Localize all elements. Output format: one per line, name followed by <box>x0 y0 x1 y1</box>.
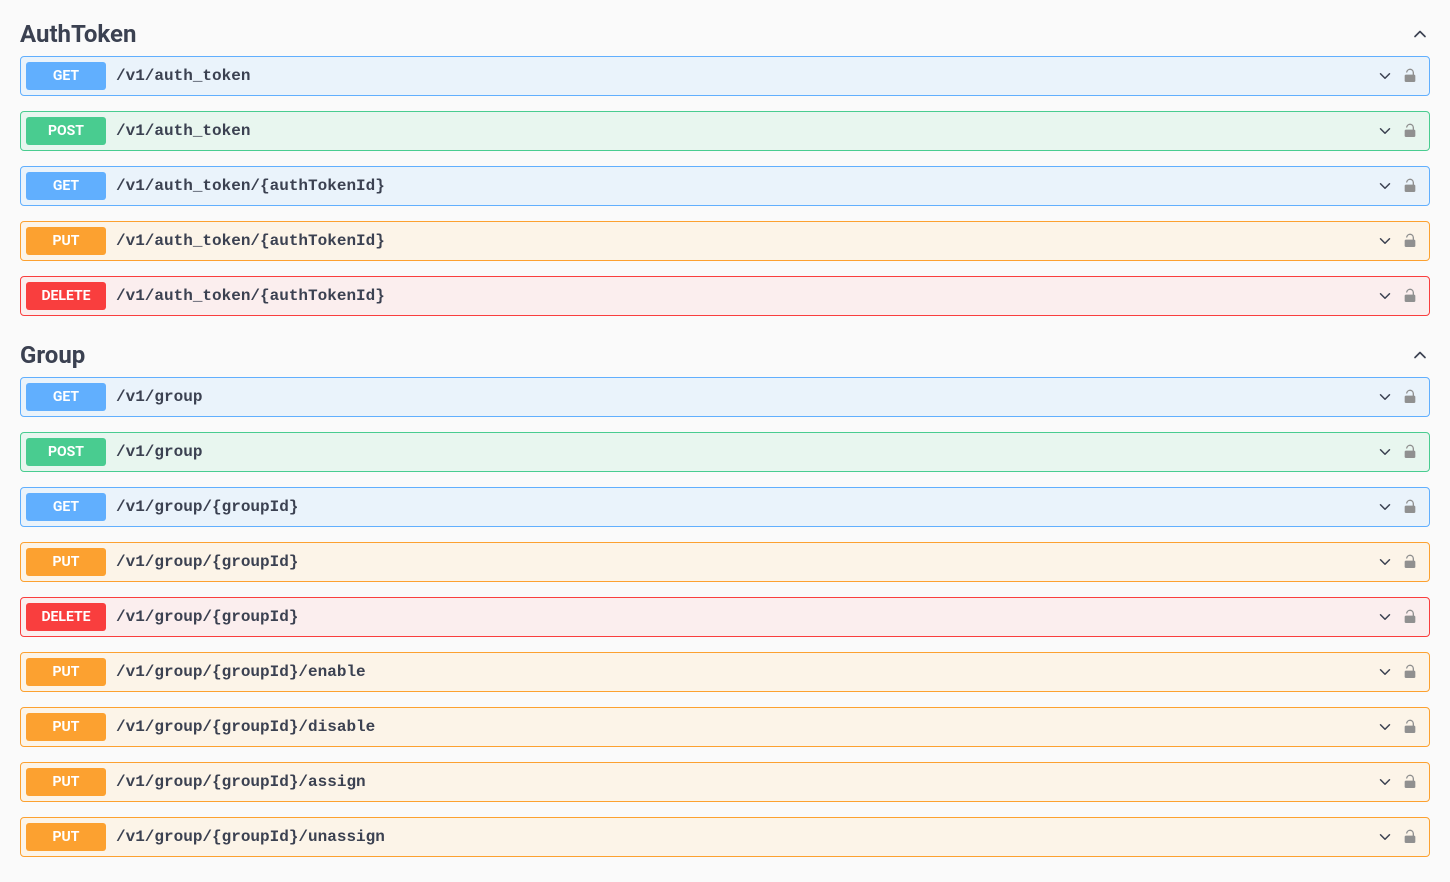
operation-actions <box>1376 287 1424 305</box>
api-operation[interactable]: PUT/v1/group/{groupId}/assign <box>20 762 1430 802</box>
chevron-down-icon[interactable] <box>1376 553 1394 571</box>
method-badge: PUT <box>26 768 106 796</box>
section-header[interactable]: AuthToken <box>20 10 1430 56</box>
api-operation[interactable]: PUT/v1/group/{groupId} <box>20 542 1430 582</box>
api-operation[interactable]: PUT/v1/group/{groupId}/disable <box>20 707 1430 747</box>
operation-path: /v1/group/{groupId} <box>106 608 1376 626</box>
chevron-down-icon[interactable] <box>1376 773 1394 791</box>
api-operation[interactable]: DELETE/v1/group/{groupId} <box>20 597 1430 637</box>
api-operation[interactable]: POST/v1/auth_token <box>20 111 1430 151</box>
operation-actions <box>1376 67 1424 85</box>
lock-open-icon[interactable] <box>1402 443 1418 461</box>
lock-open-icon[interactable] <box>1402 663 1418 681</box>
section-title: Group <box>20 341 85 369</box>
operation-path: /v1/group/{groupId}/unassign <box>106 828 1376 846</box>
operation-path: /v1/auth_token <box>106 67 1376 85</box>
operation-actions <box>1376 718 1424 736</box>
api-operation[interactable]: GET/v1/auth_token <box>20 56 1430 96</box>
lock-open-icon[interactable] <box>1402 177 1418 195</box>
operation-actions <box>1376 122 1424 140</box>
method-badge: PUT <box>26 713 106 741</box>
chevron-up-icon[interactable] <box>1410 345 1430 365</box>
api-operation[interactable]: GET/v1/group/{groupId} <box>20 487 1430 527</box>
method-badge: PUT <box>26 227 106 255</box>
method-badge: GET <box>26 383 106 411</box>
operation-path: /v1/group/{groupId} <box>106 498 1376 516</box>
lock-open-icon[interactable] <box>1402 287 1418 305</box>
api-operation[interactable]: PUT/v1/auth_token/{authTokenId} <box>20 221 1430 261</box>
operation-path: /v1/auth_token/{authTokenId} <box>106 287 1376 305</box>
chevron-down-icon[interactable] <box>1376 663 1394 681</box>
lock-open-icon[interactable] <box>1402 828 1418 846</box>
operation-actions <box>1376 608 1424 626</box>
chevron-down-icon[interactable] <box>1376 122 1394 140</box>
chevron-down-icon[interactable] <box>1376 608 1394 626</box>
api-operation[interactable]: GET/v1/auth_token/{authTokenId} <box>20 166 1430 206</box>
lock-open-icon[interactable] <box>1402 553 1418 571</box>
method-badge: DELETE <box>26 282 106 310</box>
lock-open-icon[interactable] <box>1402 67 1418 85</box>
operation-actions <box>1376 498 1424 516</box>
chevron-down-icon[interactable] <box>1376 828 1394 846</box>
operation-path: /v1/group/{groupId}/assign <box>106 773 1376 791</box>
chevron-down-icon[interactable] <box>1376 177 1394 195</box>
operation-actions <box>1376 177 1424 195</box>
operation-path: /v1/group <box>106 443 1376 461</box>
method-badge: POST <box>26 438 106 466</box>
operation-actions <box>1376 773 1424 791</box>
operation-path: /v1/group/{groupId} <box>106 553 1376 571</box>
lock-open-icon[interactable] <box>1402 608 1418 626</box>
lock-open-icon[interactable] <box>1402 498 1418 516</box>
method-badge: POST <box>26 117 106 145</box>
api-operation[interactable]: POST/v1/group <box>20 432 1430 472</box>
chevron-down-icon[interactable] <box>1376 498 1394 516</box>
lock-open-icon[interactable] <box>1402 718 1418 736</box>
api-operation[interactable]: PUT/v1/group/{groupId}/enable <box>20 652 1430 692</box>
section-title: AuthToken <box>20 20 136 48</box>
operation-actions <box>1376 663 1424 681</box>
chevron-down-icon[interactable] <box>1376 718 1394 736</box>
method-badge: GET <box>26 493 106 521</box>
chevron-up-icon[interactable] <box>1410 24 1430 44</box>
operation-path: /v1/group <box>106 388 1376 406</box>
method-badge: GET <box>26 62 106 90</box>
operation-actions <box>1376 232 1424 250</box>
chevron-down-icon[interactable] <box>1376 388 1394 406</box>
operation-path: /v1/auth_token/{authTokenId} <box>106 177 1376 195</box>
chevron-down-icon[interactable] <box>1376 443 1394 461</box>
api-endpoints: AuthTokenGET/v1/auth_tokenPOST/v1/auth_t… <box>20 10 1430 857</box>
operation-actions <box>1376 553 1424 571</box>
method-badge: GET <box>26 172 106 200</box>
operation-actions <box>1376 388 1424 406</box>
section-header[interactable]: Group <box>20 331 1430 377</box>
lock-open-icon[interactable] <box>1402 232 1418 250</box>
operation-path: /v1/auth_token <box>106 122 1376 140</box>
operation-path: /v1/group/{groupId}/disable <box>106 718 1376 736</box>
operation-path: /v1/auth_token/{authTokenId} <box>106 232 1376 250</box>
method-badge: PUT <box>26 658 106 686</box>
method-badge: PUT <box>26 548 106 576</box>
lock-open-icon[interactable] <box>1402 773 1418 791</box>
api-operation[interactable]: PUT/v1/group/{groupId}/unassign <box>20 817 1430 857</box>
chevron-down-icon[interactable] <box>1376 67 1394 85</box>
lock-open-icon[interactable] <box>1402 388 1418 406</box>
method-badge: PUT <box>26 823 106 851</box>
operation-actions <box>1376 828 1424 846</box>
api-operation[interactable]: DELETE/v1/auth_token/{authTokenId} <box>20 276 1430 316</box>
chevron-down-icon[interactable] <box>1376 287 1394 305</box>
method-badge: DELETE <box>26 603 106 631</box>
chevron-down-icon[interactable] <box>1376 232 1394 250</box>
lock-open-icon[interactable] <box>1402 122 1418 140</box>
operation-path: /v1/group/{groupId}/enable <box>106 663 1376 681</box>
operation-actions <box>1376 443 1424 461</box>
api-operation[interactable]: GET/v1/group <box>20 377 1430 417</box>
